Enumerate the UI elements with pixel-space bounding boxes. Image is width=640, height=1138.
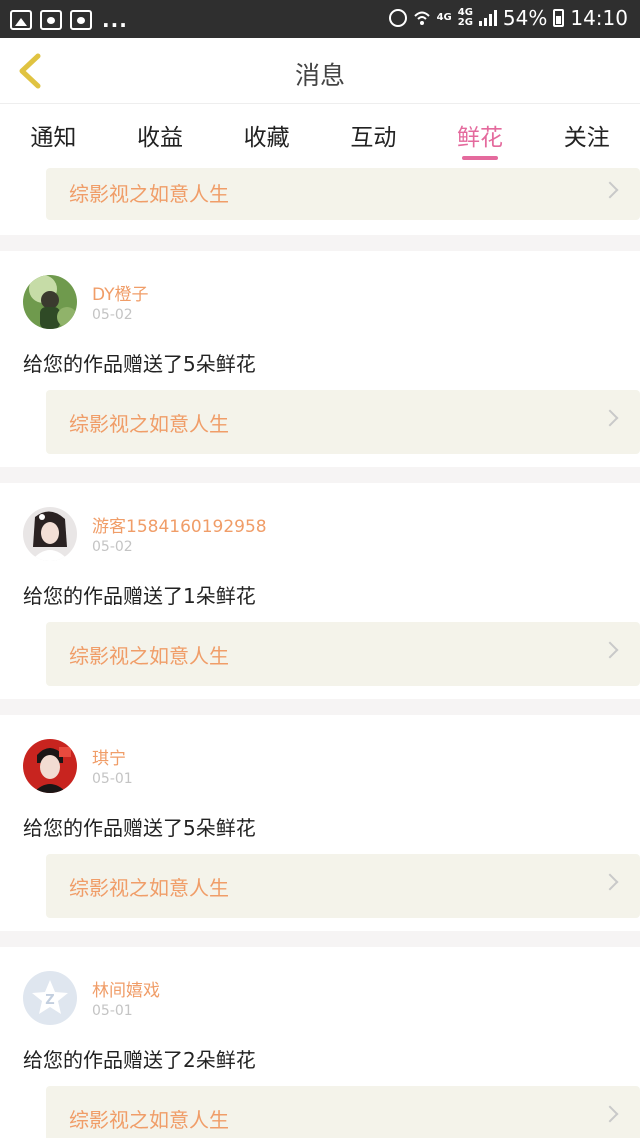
chevron-right-icon bbox=[601, 873, 619, 891]
tab-follows[interactable]: 关注 bbox=[533, 104, 640, 168]
battery-percent: 54% bbox=[502, 6, 548, 30]
app-screen: ... 4G 4G 2G 54% 14:10 消息 通知 收益 收藏 互动 鲜花… bbox=[0, 0, 640, 1138]
network-sim2-label: 2G bbox=[457, 17, 473, 28]
alarm-icon bbox=[388, 9, 407, 27]
paw-notification-icon bbox=[40, 10, 62, 30]
paw-notification-icon bbox=[70, 10, 92, 30]
chevron-right-icon bbox=[601, 409, 619, 427]
work-link[interactable]: 综影视之如意人生 bbox=[46, 168, 640, 220]
work-title: 综影视之如意人生 bbox=[69, 644, 229, 668]
list-item: 游客1584160192958 05-02 给您的作品赠送了1朵鲜花 综影视之如… bbox=[0, 483, 640, 699]
tab-flowers[interactable]: 鲜花 bbox=[427, 104, 534, 168]
tab-favorites[interactable]: 收藏 bbox=[213, 104, 320, 168]
more-notifications-indicator: ... bbox=[102, 8, 128, 32]
nav-header: 消息 bbox=[0, 38, 640, 104]
chevron-right-icon bbox=[601, 641, 619, 659]
message-text: 给您的作品赠送了5朵鲜花 bbox=[23, 816, 256, 840]
work-title: 综影视之如意人生 bbox=[69, 876, 229, 900]
message-date: 05-01 bbox=[92, 1003, 133, 1019]
dual-network-label: 4G 2G bbox=[458, 8, 473, 28]
work-link[interactable]: 综影视之如意人生 bbox=[46, 1086, 640, 1138]
message-date: 05-02 bbox=[92, 307, 133, 323]
work-title: 综影视之如意人生 bbox=[69, 1108, 229, 1132]
signal-icon bbox=[478, 10, 497, 26]
avatar[interactable]: Z bbox=[23, 971, 77, 1025]
tab-notifications[interactable]: 通知 bbox=[0, 104, 107, 168]
list-item: DY橙子 05-02 给您的作品赠送了5朵鲜花 综影视之如意人生 bbox=[0, 251, 640, 467]
divider bbox=[0, 467, 640, 483]
message-text: 给您的作品赠送了1朵鲜花 bbox=[23, 584, 256, 608]
chevron-right-icon bbox=[601, 181, 619, 199]
status-bar: ... 4G 4G 2G 54% 14:10 bbox=[0, 0, 640, 38]
work-title: 综影视之如意人生 bbox=[69, 412, 229, 436]
gallery-notification-icon bbox=[10, 10, 32, 30]
avatar[interactable] bbox=[23, 507, 77, 561]
network-type-label: 4G bbox=[436, 12, 452, 23]
divider bbox=[0, 931, 640, 947]
username[interactable]: 林间嬉戏 bbox=[92, 976, 160, 1001]
message-text: 给您的作品赠送了2朵鲜花 bbox=[23, 1048, 256, 1072]
message-feed: 综影视之如意人生 DY橙子 05-02 给您的作品赠送了5朵鲜花 综影视之如意人… bbox=[0, 168, 640, 1138]
battery-icon bbox=[553, 9, 565, 27]
avatar[interactable] bbox=[23, 275, 77, 329]
list-item: Z 林间嬉戏 05-01 给您的作品赠送了2朵鲜花 综影视之如意人生 bbox=[0, 947, 640, 1138]
avatar[interactable] bbox=[23, 739, 77, 793]
list-item: 琪宁 05-01 给您的作品赠送了5朵鲜花 综影视之如意人生 bbox=[0, 715, 640, 931]
svg-text:Z: Z bbox=[45, 993, 54, 1008]
work-link[interactable]: 综影视之如意人生 bbox=[46, 390, 640, 454]
message-date: 05-02 bbox=[92, 539, 133, 555]
divider bbox=[0, 699, 640, 715]
tab-earnings[interactable]: 收益 bbox=[107, 104, 214, 168]
message-date: 05-01 bbox=[92, 771, 133, 787]
username[interactable]: 琪宁 bbox=[92, 744, 126, 769]
message-text: 给您的作品赠送了5朵鲜花 bbox=[23, 352, 256, 376]
tab-interactions[interactable]: 互动 bbox=[320, 104, 427, 168]
wifi-icon bbox=[413, 11, 430, 25]
clock: 14:10 bbox=[570, 6, 628, 30]
work-link[interactable]: 综影视之如意人生 bbox=[46, 622, 640, 686]
chevron-right-icon bbox=[601, 1105, 619, 1123]
page-title: 消息 bbox=[294, 61, 345, 90]
username[interactable]: DY橙子 bbox=[92, 280, 149, 305]
work-link[interactable]: 综影视之如意人生 bbox=[46, 854, 640, 918]
work-title: 综影视之如意人生 bbox=[69, 182, 229, 206]
username[interactable]: 游客1584160192958 bbox=[92, 512, 267, 537]
list-item: 综影视之如意人生 bbox=[0, 168, 640, 235]
tab-bar: 通知 收益 收藏 互动 鲜花 关注 bbox=[0, 104, 640, 168]
divider bbox=[0, 235, 640, 251]
